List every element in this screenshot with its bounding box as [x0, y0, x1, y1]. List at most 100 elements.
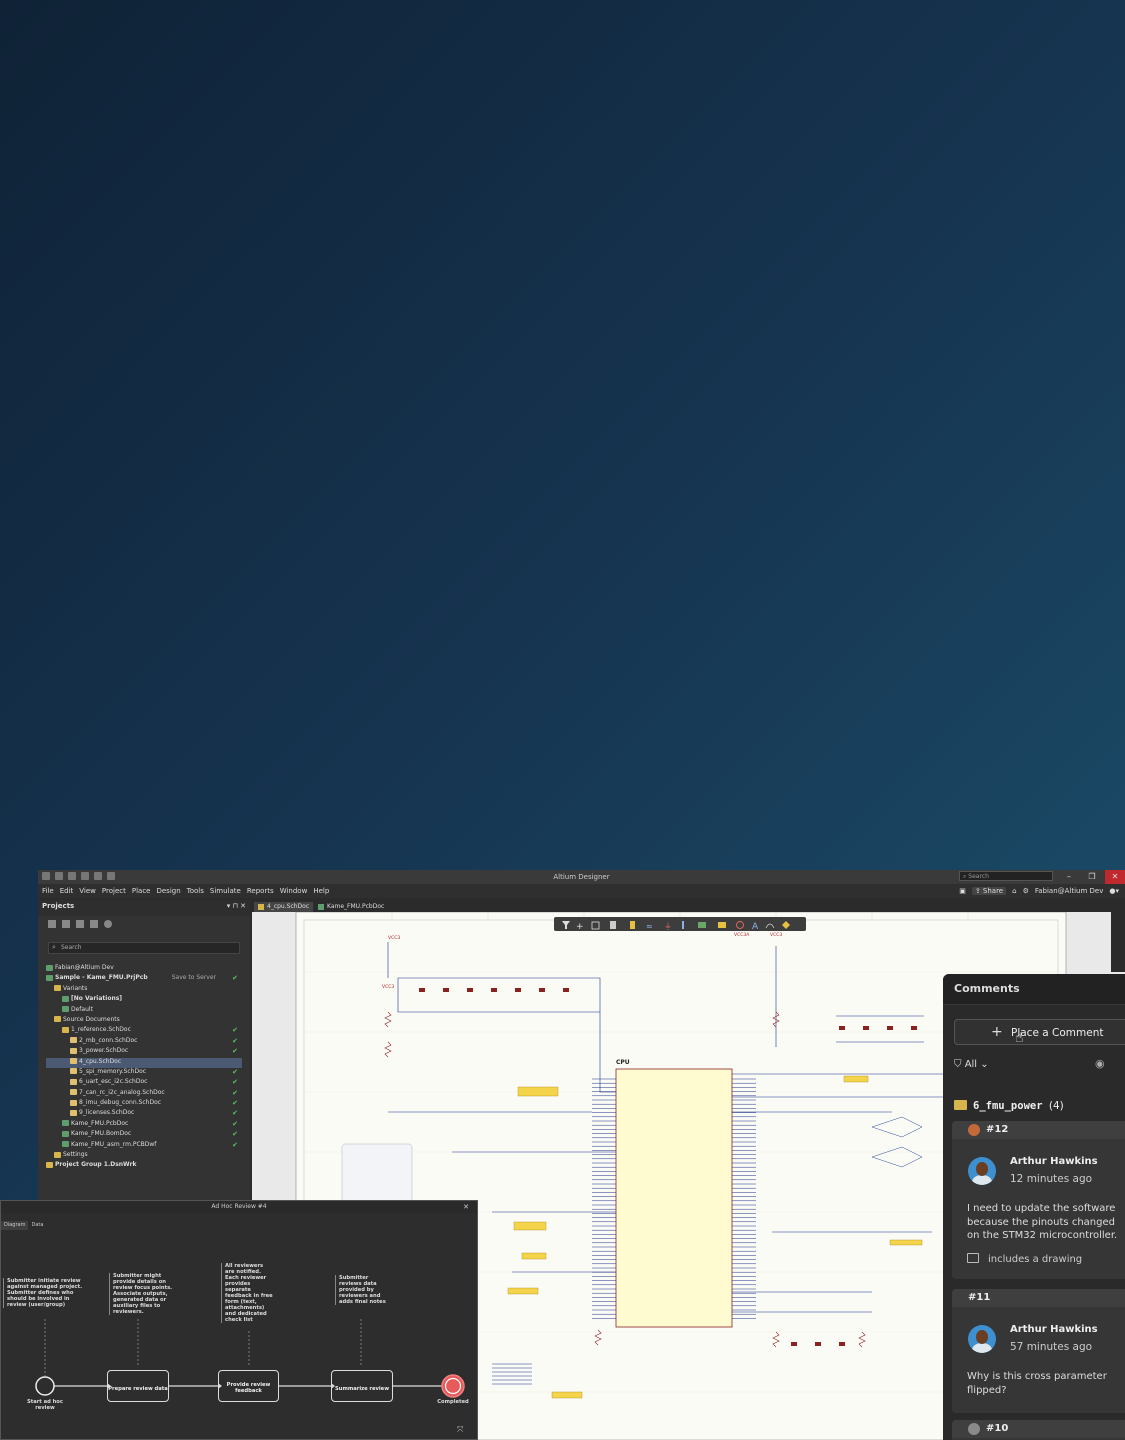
share-label: Share [982, 887, 1004, 895]
folder-icon [54, 1016, 61, 1023]
tab-4-cpu-schdoc[interactable]: 4_cpu.SchDoc [254, 902, 314, 912]
menu-help[interactable]: Help [313, 887, 329, 895]
menu-tools[interactable]: Tools [187, 887, 204, 895]
pcb-icon [62, 1130, 69, 1137]
review-note-3: All reviewers are notified. Each reviewe… [221, 1263, 273, 1323]
tree-item[interactable]: 2_mb_conn.SchDoc ✔ [46, 1037, 242, 1047]
menu-file[interactable]: File [42, 887, 54, 895]
end-label: Completed [437, 1399, 469, 1405]
comment-time: 57 minutes ago [1010, 1341, 1093, 1353]
step-summarize-review[interactable]: Summarize review [331, 1370, 393, 1402]
gear-icon[interactable]: ⚙ [1023, 887, 1029, 895]
tree-item[interactable]: [No Variations] [46, 995, 242, 1005]
save-to-server-link[interactable]: Save to Server [172, 974, 216, 981]
pcb-icon [62, 1141, 69, 1148]
tree-item[interactable]: Variants [46, 985, 242, 995]
tree-item-label: 8_imu_debug_conn.SchDoc [79, 1099, 162, 1107]
power-icon: ⏚ [664, 922, 672, 931]
tree-item[interactable]: Fabian@Altium Dev [46, 964, 242, 974]
panel-controls-icon[interactable]: ▾ ⊓ ✕ [227, 902, 246, 910]
menu-design[interactable]: Design [156, 887, 180, 895]
tree-item[interactable]: Default [46, 1006, 242, 1016]
net-label: VCC3A [734, 932, 750, 938]
comment-text: I need to update the software because th… [967, 1203, 1118, 1241]
close-project-icon[interactable] [90, 920, 98, 928]
tree-item[interactable]: 9_licenses.SchDoc ✔ [46, 1109, 242, 1119]
doc-icon [70, 1068, 77, 1075]
tree-item-label: Kame_FMU.BomDoc [71, 1130, 132, 1138]
thread-id: #10 [986, 1423, 1009, 1434]
comment-thread-10[interactable]: #10 [952, 1420, 1125, 1440]
menu-view[interactable]: View [79, 887, 96, 895]
status-check-icon: ✔ [232, 1078, 238, 1087]
comment-thread-11[interactable]: #11 Arthur Hawkins 57 minutes ago Why is… [952, 1289, 1125, 1413]
step-prepare-review-data[interactable]: Prepare review data [107, 1370, 169, 1402]
step-provide-review-feedback[interactable]: Provide review feedback [218, 1370, 279, 1402]
tree-item[interactable]: 1_reference.SchDoc ✔ [46, 1026, 242, 1036]
home-icon[interactable]: ⌂ [1012, 887, 1016, 895]
add-project-icon[interactable] [62, 920, 70, 928]
marker-avatar [968, 1124, 980, 1136]
tree-item[interactable]: 8_imu_debug_conn.SchDoc ✔ [46, 1099, 242, 1109]
tree-item[interactable]: 3_power.SchDoc ✔ [46, 1047, 242, 1057]
menu-place[interactable]: Place [132, 887, 151, 895]
tree-item[interactable]: Project Group 1.DsnWrk [46, 1161, 242, 1171]
capacitor [911, 1026, 917, 1030]
menu-reports[interactable]: Reports [247, 887, 274, 895]
tree-item-label: Project Group 1.DsnWrk [55, 1161, 137, 1169]
eye-icon[interactable]: ◉ [1095, 1057, 1105, 1070]
close-button[interactable]: ✕ [1105, 870, 1125, 884]
thread-header: #10 [952, 1420, 1125, 1438]
tree-item[interactable]: Settings [46, 1151, 242, 1161]
place-comment-button[interactable]: Place a Comment [954, 1019, 1125, 1045]
folder-name: 6_fmu_power [973, 1100, 1043, 1112]
pcb-doc-icon [318, 903, 324, 910]
tree-item[interactable]: Kame_FMU.PcbDoc ✔ [46, 1120, 242, 1130]
projects-search-placeholder: Search [61, 944, 82, 951]
tree-item[interactable]: Kame_FMU.BomDoc ✔ [46, 1130, 242, 1140]
notification-icon[interactable]: ▣ [959, 887, 966, 895]
tree-item[interactable]: 4_cpu.SchDoc [46, 1057, 242, 1068]
menu-window[interactable]: Window [280, 887, 308, 895]
tab-kame-fmu-pcbdoc[interactable]: Kame_FMU.PcbDoc [314, 902, 388, 912]
sheet-icon [698, 922, 706, 928]
capacitor [839, 1342, 845, 1346]
user-menu[interactable]: Fabian@Altium Dev [1035, 887, 1104, 895]
tree-item-label: Kame_FMU.PcbDoc [71, 1119, 129, 1127]
menu-items: File Edit View Project Place Design Tools Simul… [42, 887, 329, 895]
expand-icon[interactable]: ⤧ [457, 1425, 463, 1435]
open-project-icon[interactable] [76, 920, 84, 928]
account-icon[interactable]: ●▾ [1109, 887, 1119, 895]
comment-thread-12[interactable]: #12 Arthur Hawkins 12 minutes ago I need… [952, 1121, 1125, 1279]
status-check-icon: ✔ [232, 1119, 238, 1128]
doc-icon [70, 1089, 77, 1096]
save-project-icon[interactable] [48, 920, 56, 928]
projects-search-input[interactable]: Search [48, 942, 240, 954]
comment-attachment[interactable]: includes a drawing [967, 1253, 1082, 1265]
menu-project[interactable]: Project [102, 887, 126, 895]
tree-item-label: Kame_FMU_asm_rm.PCBDwf [71, 1140, 157, 1148]
menu-simulate[interactable]: Simulate [210, 887, 241, 895]
minimize-button[interactable]: – [1059, 870, 1079, 884]
global-search-input[interactable]: ⌕ Search [959, 871, 1053, 881]
tree-item-label: Default [71, 1005, 93, 1013]
doc-icon [70, 1047, 77, 1054]
place-comment-label: Place a Comment [1011, 1027, 1104, 1039]
share-button[interactable]: ⇪ Share [971, 887, 1007, 895]
comment-filter-dropdown[interactable]: ⛉ All ⌄ [954, 1059, 989, 1070]
tree-item[interactable]: Source Documents [46, 1016, 242, 1026]
tree-item[interactable]: Kame_FMU_asm_rm.PCBDwf ✔ [46, 1141, 242, 1151]
maximize-button[interactable]: ❐ [1082, 870, 1102, 884]
right-panel-tabs[interactable] [1111, 900, 1125, 972]
status-check-icon: ✔ [232, 1099, 238, 1108]
menu-edit[interactable]: Edit [60, 887, 74, 895]
tree-item[interactable]: 6_uart_esc_i2c.SchDoc ✔ [46, 1078, 242, 1088]
step-label: Provide review feedback [226, 1382, 271, 1394]
tree-item[interactable]: 5_spi_memory.SchDoc ✔ [46, 1068, 242, 1078]
filter-icon: ⛉ [954, 1059, 962, 1070]
tree-item[interactable]: Sample - Kame_FMU.PrjPcb Save to Server ✔ [46, 974, 242, 984]
project-settings-icon[interactable] [104, 920, 112, 928]
pcb-icon [62, 1120, 69, 1127]
tree-item[interactable]: 7_can_rc_i2c_analog.SchDoc ✔ [46, 1089, 242, 1099]
comment-folder[interactable]: 6_fmu_power (4) [954, 1100, 1064, 1112]
